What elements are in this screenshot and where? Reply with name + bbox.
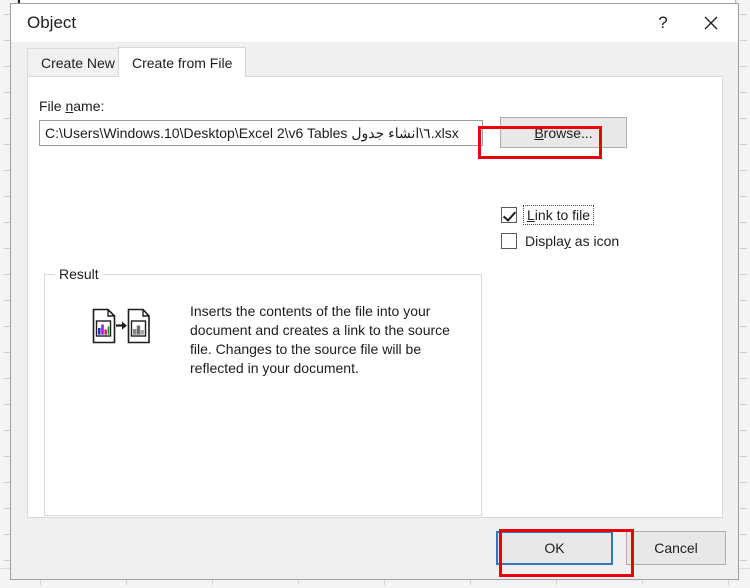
tab-panel-create-from-file: File name: C:\Users\Windows.10\Desktop\E… bbox=[27, 76, 723, 518]
ruler-tick bbox=[740, 534, 747, 535]
ok-button[interactable]: OK bbox=[496, 531, 613, 565]
file-name-input[interactable]: C:\Users\Windows.10\Desktop\Excel 2\v6 T… bbox=[39, 120, 483, 146]
ruler-tick bbox=[740, 352, 747, 353]
cancel-button[interactable]: Cancel bbox=[626, 531, 726, 565]
dialog-title: Object bbox=[27, 13, 77, 32]
ruler-tick bbox=[740, 274, 747, 275]
display-as-icon-checkbox[interactable] bbox=[501, 233, 517, 249]
ruler-tick bbox=[740, 14, 747, 15]
display-as-icon-label: Display as icon bbox=[525, 233, 620, 249]
close-icon[interactable] bbox=[688, 4, 734, 42]
ruler-tick bbox=[740, 248, 747, 249]
file-name-label: File name: bbox=[39, 98, 105, 114]
tab-create-from-file[interactable]: Create from File bbox=[118, 47, 247, 77]
ruler-tick bbox=[740, 404, 747, 405]
link-to-file-checkbox[interactable] bbox=[501, 207, 517, 223]
linked-file-chart-icon bbox=[92, 308, 150, 344]
help-icon[interactable]: ? bbox=[640, 4, 686, 42]
ruler-tick bbox=[740, 508, 747, 509]
ruler-tick bbox=[740, 170, 747, 171]
ruler-tick bbox=[740, 378, 747, 379]
ruler-tick bbox=[740, 92, 747, 93]
ruler-tick bbox=[740, 40, 747, 41]
ruler-tick bbox=[740, 66, 747, 67]
ruler-tick bbox=[740, 118, 747, 119]
result-group: Result Inserts the contents of the file … bbox=[44, 266, 482, 516]
ruler-tick bbox=[740, 144, 747, 145]
screenshot-root: Object ? Create New Create from File Fil… bbox=[0, 0, 750, 588]
result-description: Inserts the contents of the file into yo… bbox=[190, 303, 450, 376]
link-to-file-checkbox-row[interactable]: Link to file bbox=[501, 205, 595, 225]
ruler-tick bbox=[740, 326, 747, 327]
ruler-tick bbox=[740, 430, 747, 431]
link-to-file-label: Link to file bbox=[522, 205, 595, 225]
ruler-tick bbox=[740, 222, 747, 223]
ruler-tick bbox=[740, 560, 747, 561]
result-group-label: Result bbox=[55, 266, 103, 282]
dialog-titlebar: Object ? bbox=[11, 4, 738, 42]
ruler-tick bbox=[740, 456, 747, 457]
tab-create-new[interactable]: Create New bbox=[27, 48, 129, 76]
object-dialog: Object ? Create New Create from File Fil… bbox=[10, 3, 739, 580]
dialog-tabstrip: Create New Create from File bbox=[11, 47, 738, 77]
ruler-tick bbox=[740, 300, 747, 301]
ruler-tick bbox=[740, 196, 747, 197]
browse-button[interactable]: Browse... bbox=[500, 117, 627, 148]
display-as-icon-checkbox-row[interactable]: Display as icon bbox=[501, 233, 619, 249]
ruler-tick bbox=[740, 482, 747, 483]
